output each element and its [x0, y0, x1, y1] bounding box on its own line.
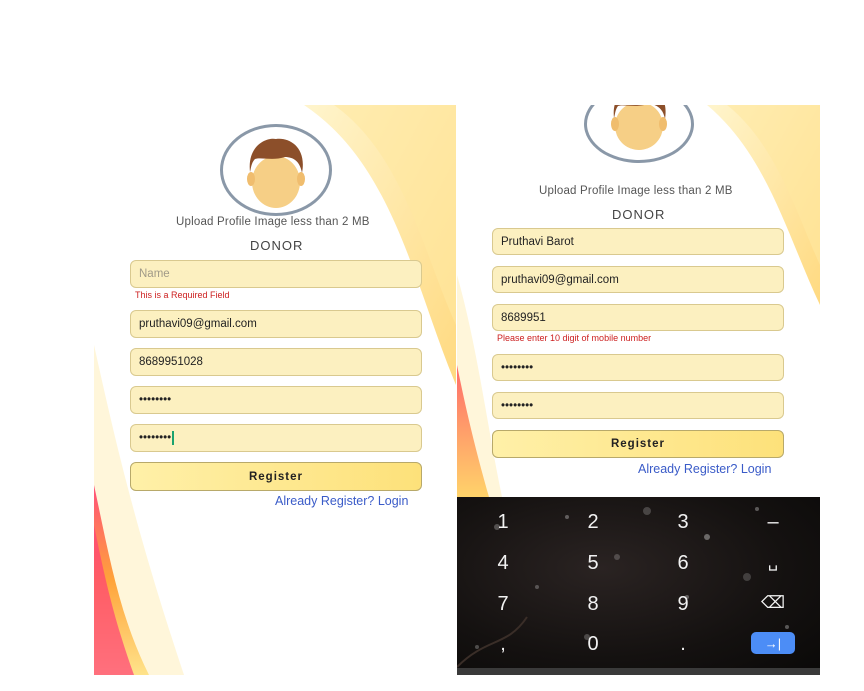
key-9[interactable]: 9: [663, 593, 703, 616]
mobile-input[interactable]: 8689951028: [130, 348, 422, 376]
key-2[interactable]: 2: [573, 511, 613, 534]
login-link[interactable]: Already Register? Login: [275, 494, 408, 508]
password-value: ••••••••: [501, 361, 534, 374]
backspace-key-icon[interactable]: ⌫: [753, 593, 793, 613]
key-3[interactable]: 3: [663, 511, 703, 534]
key-4[interactable]: 4: [483, 552, 523, 575]
name-error-text: This is a Required Field: [135, 290, 230, 300]
text-cursor: [172, 431, 175, 445]
space-key-icon[interactable]: ␣: [753, 552, 793, 572]
confirm-password-value: ••••••••: [139, 432, 172, 444]
key-1[interactable]: 1: [483, 511, 523, 534]
email-value: pruthavi09@gmail.com: [139, 318, 257, 330]
user-face-icon: [611, 105, 667, 150]
user-face-icon: [247, 138, 305, 208]
email-input[interactable]: pruthavi09@gmail.com: [130, 310, 422, 338]
login-link[interactable]: Already Register? Login: [638, 462, 771, 476]
key-dash[interactable]: –: [753, 511, 793, 534]
key-7[interactable]: 7: [483, 593, 523, 616]
right-register-screen: Upload Profile Image less than 2 MB DONO…: [457, 105, 820, 675]
name-input[interactable]: Name: [130, 260, 422, 288]
tab-next-key-icon[interactable]: →|: [751, 632, 795, 654]
mobile-value: 8689951: [501, 311, 546, 324]
left-register-screen: Upload Profile Image less than 2 MB DONO…: [94, 105, 456, 675]
navigation-bar: [457, 668, 820, 675]
upload-profile-text[interactable]: Upload Profile Image less than 2 MB: [539, 185, 733, 197]
key-5[interactable]: 5: [573, 552, 613, 575]
password-value: ••••••••: [139, 394, 172, 406]
email-input[interactable]: pruthavi09@gmail.com: [492, 266, 784, 293]
key-comma[interactable]: ,: [483, 633, 523, 656]
password-input[interactable]: ••••••••: [130, 386, 422, 414]
key-period[interactable]: .: [663, 633, 703, 656]
mobile-value: 8689951028: [139, 356, 203, 368]
name-value: Pruthavi Barot: [501, 235, 574, 248]
name-input[interactable]: Pruthavi Barot: [492, 228, 784, 255]
numeric-keyboard: 1 2 3 – 4 5 6 ␣ 7 8 9 ⌫ , 0 . →|: [457, 497, 820, 675]
key-0[interactable]: 0: [573, 633, 613, 656]
key-8[interactable]: 8: [573, 593, 613, 616]
name-placeholder: Name: [139, 268, 170, 280]
role-label: DONOR: [250, 238, 304, 253]
email-value: pruthavi09@gmail.com: [501, 273, 619, 286]
confirm-password-input[interactable]: ••••••••: [130, 424, 422, 452]
confirm-password-value: ••••••••: [501, 399, 534, 412]
upload-profile-text[interactable]: Upload Profile Image less than 2 MB: [176, 216, 370, 228]
key-6[interactable]: 6: [663, 552, 703, 575]
confirm-password-input[interactable]: ••••••••: [492, 392, 784, 419]
role-label: DONOR: [612, 207, 666, 222]
register-button[interactable]: Register: [492, 430, 784, 458]
profile-avatar[interactable]: [220, 124, 332, 216]
mobile-error-text: Please enter 10 digit of mobile number: [497, 333, 652, 343]
mobile-input[interactable]: 8689951: [492, 304, 784, 331]
password-input[interactable]: ••••••••: [492, 354, 784, 381]
register-button[interactable]: Register: [130, 462, 422, 491]
